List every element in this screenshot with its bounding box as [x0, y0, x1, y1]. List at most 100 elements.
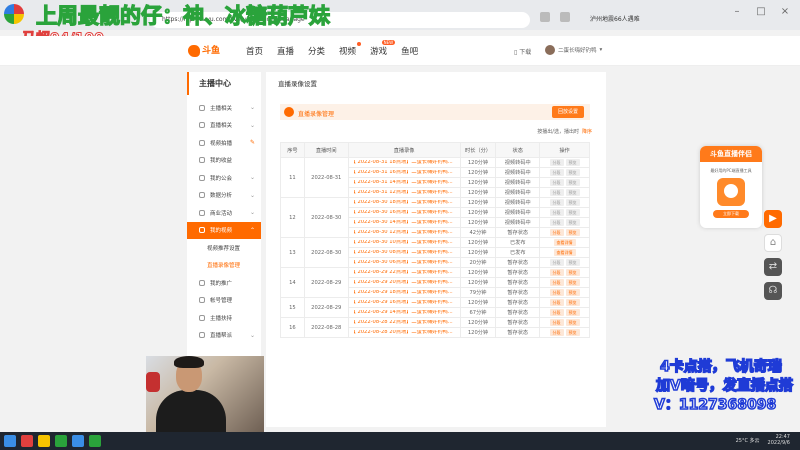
action-button-primary[interactable]: 分段 [549, 269, 564, 276]
action-button-primary[interactable]: 分段 [549, 299, 564, 306]
action-button-primary[interactable]: 分段 [549, 229, 564, 236]
home-icon[interactable]: ⌂ [764, 234, 782, 252]
action-button-primary[interactable]: 分段 [549, 319, 564, 326]
action-button-primary[interactable]: 查看详情 [553, 249, 576, 256]
clock[interactable]: 22:47 2022/9/6 [768, 434, 790, 446]
nav-live[interactable]: 直播 [277, 45, 294, 57]
table-row: 15 2022-08-29 【 2022-08-29 16点场】二蛋长嗨好钓鸭...… [280, 297, 590, 318]
action-button-primary[interactable]: 分段 [549, 209, 564, 216]
folder-icon[interactable] [38, 435, 50, 447]
action-button-secondary[interactable]: 预览 [565, 309, 580, 316]
shuffle-icon[interactable]: ⇄ [764, 258, 782, 276]
action-button-secondary[interactable]: 预览 [565, 219, 580, 226]
action-button-secondary[interactable]: 预览 [565, 199, 580, 206]
user-menu[interactable]: 二蛋长嗨好钓鸭 ▾ [545, 45, 602, 55]
action-button-primary[interactable]: 分段 [549, 199, 564, 206]
recording-title[interactable]: 【 2022-08-31 14点场】二蛋长嗨好钓鸭... [347, 177, 461, 188]
nav-games[interactable]: 游戏 NEW [370, 40, 396, 57]
download-now-button[interactable]: 立即下载 [713, 210, 749, 218]
app-icon[interactable] [55, 435, 67, 447]
extension-icon[interactable] [540, 12, 550, 22]
app-icon[interactable] [72, 435, 84, 447]
action-button-primary[interactable]: 分段 [549, 309, 564, 316]
douyu-logo[interactable]: 斗鱼 [188, 43, 228, 59]
action-button-secondary[interactable]: 预览 [565, 319, 580, 326]
recording-title[interactable]: 【 2022-08-30 06点场】二蛋长嗨好钓鸭... [347, 257, 461, 268]
recording-title[interactable]: 【 2022-08-31 16点场】二蛋长嗨好钓鸭... [347, 167, 461, 178]
action-button-secondary[interactable]: 预览 [565, 209, 580, 216]
sidebar-item-my-video[interactable]: 我的视频 ⌃ [187, 221, 261, 239]
action-button-primary[interactable]: 查看详情 [553, 239, 576, 246]
sidebar-item-gang[interactable]: 直播帮派 ⌄ [187, 327, 261, 345]
action-button-primary[interactable]: 分段 [549, 189, 564, 196]
sidebar-item-anchor[interactable]: 主播相关 ⌄ [187, 99, 261, 117]
nav-category[interactable]: 分类 [308, 45, 325, 57]
recording-title[interactable]: 【 2022-08-30 18点场】二蛋长嗨好钓鸭... [347, 197, 461, 208]
sidebar-item-video-record[interactable]: 视频拍播 ✎ [187, 134, 261, 152]
sidebar-item-analytics[interactable]: 数据分析 ⌄ [187, 187, 261, 205]
action-button-primary[interactable]: 分段 [549, 289, 564, 296]
minimize-icon[interactable]: – [730, 6, 744, 18]
action-button-secondary[interactable]: 预览 [565, 179, 580, 186]
sidebar-item-live[interactable]: 直播相关 ⌄ [187, 117, 261, 135]
action-button-secondary[interactable]: 预览 [565, 269, 580, 276]
headset-icon[interactable]: ☊ [764, 282, 782, 300]
action-button-secondary[interactable]: 预览 [565, 229, 580, 236]
recording-title[interactable]: 【 2022-08-31 18点场】二蛋长嗨好钓鸭... [347, 157, 461, 168]
close-icon[interactable]: × [778, 6, 792, 18]
sort-toggle[interactable]: 降序 [582, 129, 592, 135]
action-button-secondary[interactable]: 预览 [565, 329, 580, 336]
play-icon[interactable]: ▶ [764, 210, 782, 228]
recording-title-text: 【 2022-08-30 08点场】二蛋长嗨好钓鸭... [350, 249, 453, 255]
action-button-primary[interactable]: 分段 [549, 159, 564, 166]
recording-title[interactable]: 【 2022-08-29 20点场】二蛋长嗨好钓鸭... [347, 277, 461, 288]
news-ticker[interactable]: 泸州地震66人遇难 [590, 14, 640, 23]
action-button-primary[interactable]: 分段 [549, 279, 564, 286]
action-button-primary[interactable]: 分段 [549, 169, 564, 176]
action-button-primary[interactable]: 分段 [549, 179, 564, 186]
recording-title[interactable]: 【 2022-08-30 08点场】二蛋长嗨好钓鸭... [347, 247, 461, 258]
recording-title[interactable]: 【 2022-08-29 22点场】二蛋长嗨好钓鸭... [347, 267, 461, 278]
sidebar-item-account[interactable]: 帐号管理 [187, 292, 261, 310]
recording-title[interactable]: 【 2022-08-30 16点场】二蛋长嗨好钓鸭... [347, 207, 461, 218]
promo-card[interactable]: 斗鱼直播伴侣 最好用的PC端直播工具 立即下载 [700, 146, 762, 228]
recording-title[interactable]: 【 2022-08-29 14点场】二蛋长嗨好钓鸭... [347, 307, 461, 318]
sidebar-subitem-recommend[interactable]: 视频推荐设置 [187, 239, 261, 257]
download-link[interactable]: ▯ 下载 [514, 47, 531, 56]
maximize-icon[interactable]: □ [754, 6, 768, 18]
recording-title[interactable]: 【 2022-08-30 10点场】二蛋长嗨好钓鸭... [347, 237, 461, 248]
extension-icon[interactable] [560, 12, 570, 22]
nav-video[interactable]: 视频 [339, 42, 362, 57]
nav-home[interactable]: 首页 [246, 45, 263, 57]
recording-title[interactable]: 【 2022-08-29 18点场】二蛋长嗨好钓鸭... [347, 287, 461, 298]
app-icon[interactable] [21, 435, 33, 447]
wechat-icon[interactable] [89, 435, 101, 447]
sidebar-item-promo[interactable]: 我的推广 [187, 274, 261, 292]
sidebar-item-income[interactable]: 我的收益 [187, 152, 261, 170]
recording-title[interactable]: 【 2022-08-28 22点场】二蛋长嗨好钓鸭... [347, 317, 461, 328]
recording-title[interactable]: 【 2022-08-28 20点场】二蛋长嗨好钓鸭... [347, 327, 461, 338]
nav-fishbar[interactable]: 鱼吧 [401, 45, 418, 57]
action-button-secondary[interactable]: 预览 [565, 189, 580, 196]
sidebar-item-guild[interactable]: 我的公会 ⌄ [187, 169, 261, 187]
start-icon[interactable] [4, 435, 16, 447]
action-button-primary[interactable]: 分段 [549, 219, 564, 226]
recording-title[interactable]: 【 2022-08-31 12点场】二蛋长嗨好钓鸭... [347, 187, 461, 198]
sidebar-item-business[interactable]: 商业活动 ⌄ [187, 204, 261, 222]
action-button-secondary[interactable]: 预览 [565, 169, 580, 176]
action-button-secondary[interactable]: 预览 [565, 159, 580, 166]
action-button-primary[interactable]: 分段 [549, 329, 564, 336]
action-button-secondary[interactable]: 预览 [565, 299, 580, 306]
chevron-down-icon: ⌄ [249, 121, 255, 129]
sidebar-item-support[interactable]: 主播扶持 [187, 309, 261, 327]
weather[interactable]: 25°C 多云 [736, 437, 760, 444]
action-button-secondary[interactable]: 预览 [565, 259, 580, 266]
action-button-secondary[interactable]: 预览 [565, 289, 580, 296]
recording-title[interactable]: 【 2022-08-30 12点场】二蛋长嗨好钓鸭... [347, 227, 461, 238]
action-button-secondary[interactable]: 预览 [565, 279, 580, 286]
recording-title[interactable]: 【 2022-08-29 16点场】二蛋长嗨好钓鸭... [347, 297, 461, 308]
sidebar-subitem-record-manage[interactable]: 直播录像管理 [187, 257, 261, 275]
recording-title[interactable]: 【 2022-08-30 14点场】二蛋长嗨好钓鸭... [347, 217, 461, 228]
replay-settings-button[interactable]: 回放设置 [551, 106, 584, 118]
action-button-primary[interactable]: 分段 [549, 259, 564, 266]
